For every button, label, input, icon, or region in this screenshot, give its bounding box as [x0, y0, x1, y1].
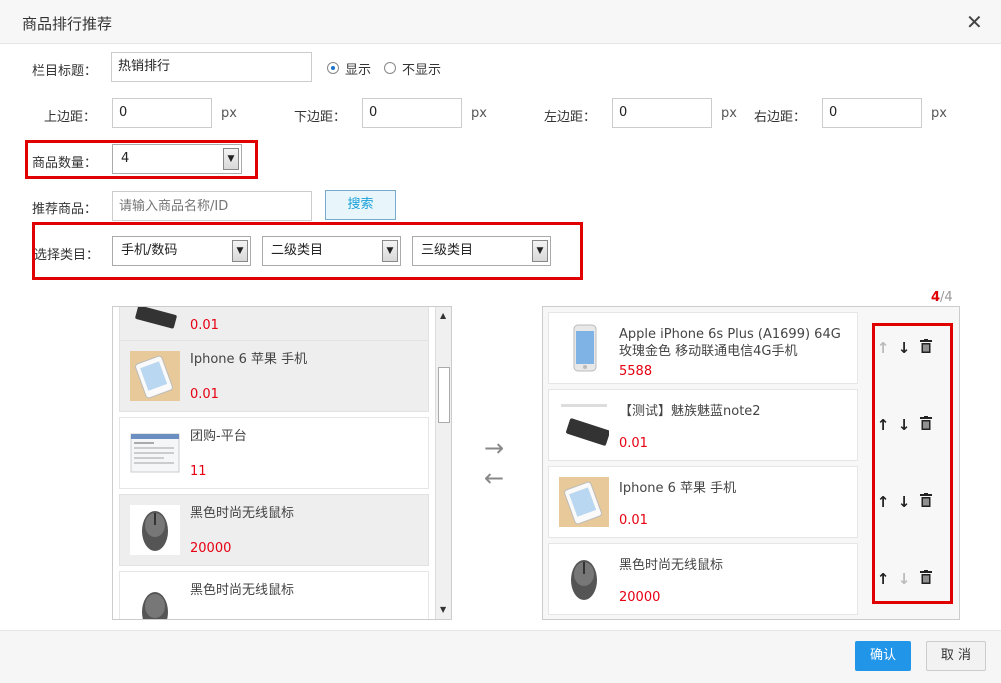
product-name: Apple iPhone 6s Plus (A1699) 64G 玫瑰金色 移动…	[619, 327, 841, 359]
product-name: Iphone 6 苹果 手机	[190, 352, 308, 367]
product-price: 0.01	[619, 513, 648, 528]
product-name: 团购-平台	[190, 429, 247, 444]
top-margin-input[interactable]: 0	[112, 98, 212, 128]
product-thumbnail	[130, 307, 180, 330]
product-name: Iphone 6 苹果 手机	[619, 481, 737, 496]
scrollbar-thumb[interactable]	[438, 367, 450, 423]
product-price: 0.01	[619, 436, 648, 451]
cancel-button[interactable]: 取 消	[926, 641, 986, 671]
selected-item[interactable]: 黑色时尚无线鼠标 20000	[548, 543, 858, 615]
move-down-icon[interactable]: ↓	[896, 339, 912, 357]
count-select[interactable]: 4 ▼	[112, 144, 242, 174]
move-down-icon[interactable]: ↓	[896, 493, 912, 511]
category1-select[interactable]: 手机/数码 ▼	[112, 236, 251, 266]
chevron-down-icon: ▼	[232, 240, 248, 262]
product-price: 5588	[619, 364, 653, 379]
arrow-right-icon[interactable]: →	[484, 434, 504, 462]
show-label: 显示	[345, 63, 372, 78]
product-thumbnail	[130, 505, 180, 555]
list-item[interactable]: Iphone 6 苹果 手机 0.01	[119, 340, 429, 412]
dialog-title: 商品排行推荐	[22, 15, 113, 33]
product-price: 11	[190, 464, 207, 479]
bottom-margin-unit: px	[471, 106, 487, 121]
category2-select[interactable]: 二级类目 ▼	[262, 236, 401, 266]
product-thumbnail	[130, 582, 180, 619]
product-thumbnail	[559, 477, 609, 527]
left-margin-input[interactable]: 0	[612, 98, 712, 128]
scrollbar[interactable]: ▲ ▼	[435, 307, 451, 619]
count-label: 商品数量：	[32, 156, 98, 171]
top-margin-label: 上边距：	[44, 110, 97, 125]
move-down-icon: ↓	[897, 570, 911, 588]
dialog-footer	[0, 630, 1001, 683]
right-margin-input[interactable]: 0	[822, 98, 922, 128]
list-item[interactable]: 黑色时尚无线鼠标 20000	[119, 494, 429, 566]
selected-item[interactable]: Apple iPhone 6s Plus (A1699) 64G 玫瑰金色 移动…	[548, 312, 858, 384]
selected-counter: 4/4	[931, 290, 953, 305]
recommend-label: 推荐商品：	[32, 202, 98, 217]
hide-label: 不显示	[402, 63, 442, 78]
product-thumbnail	[130, 428, 180, 478]
selected-item[interactable]: Iphone 6 苹果 手机 0.01	[548, 466, 858, 538]
right-margin-unit: px	[931, 106, 947, 121]
column-title-input[interactable]: 热销排行	[111, 52, 312, 82]
move-up-icon[interactable]: ↑	[875, 570, 891, 588]
search-input[interactable]	[112, 191, 312, 221]
left-product-list[interactable]: 0.01 Iphone 6 苹果 手机 0.01 团购-平台 11 黑色时尚无线…	[112, 306, 452, 620]
trash-icon[interactable]	[918, 493, 934, 511]
chevron-down-icon: ▼	[382, 240, 398, 262]
trash-icon[interactable]	[918, 416, 934, 434]
right-margin-label: 右边距：	[754, 110, 807, 125]
close-icon[interactable]: ✕	[966, 10, 983, 34]
left-margin-label: 左边距：	[544, 110, 597, 125]
chevron-down-icon: ▼	[532, 240, 548, 262]
product-price: 20000	[619, 590, 661, 605]
product-price: 0.01	[190, 318, 219, 333]
product-thumbnail	[559, 554, 609, 604]
show-radio[interactable]	[327, 62, 339, 74]
column-title-label: 栏目标题：	[32, 64, 98, 79]
trash-icon[interactable]	[918, 339, 934, 357]
order-controls-highlight-box	[872, 323, 953, 604]
move-down-icon[interactable]: ↓	[896, 416, 912, 434]
category3-value: 三级类目	[421, 243, 474, 258]
category1-value: 手机/数码	[121, 243, 178, 258]
product-price: 20000	[190, 541, 232, 556]
category3-select[interactable]: 三级类目 ▼	[412, 236, 551, 266]
bottom-margin-label: 下边距：	[294, 110, 347, 125]
left-margin-unit: px	[721, 106, 737, 121]
total-count: /4	[940, 290, 953, 305]
bottom-margin-input[interactable]: 0	[362, 98, 462, 128]
product-name: 黑色时尚无线鼠标	[190, 583, 295, 598]
trash-icon[interactable]	[918, 570, 934, 588]
list-item[interactable]: 0.01	[119, 307, 429, 341]
scroll-up-icon[interactable]: ▲	[440, 311, 446, 320]
product-price: 0.01	[190, 387, 219, 402]
product-name: 黑色时尚无线鼠标	[190, 506, 295, 521]
move-up-icon[interactable]: ↑	[875, 416, 891, 434]
selected-count: 4	[931, 290, 941, 305]
hide-radio[interactable]	[384, 62, 396, 74]
category-label: 选择类目：	[34, 248, 100, 263]
product-name: 【测试】魅族魅蓝note2	[619, 404, 761, 419]
list-item[interactable]: 黑色时尚无线鼠标	[119, 571, 429, 619]
product-thumbnail	[559, 400, 610, 450]
list-item[interactable]: 团购-平台 11	[119, 417, 429, 489]
confirm-button[interactable]: 确认	[855, 641, 911, 671]
top-margin-unit: px	[221, 106, 237, 121]
product-name: 黑色时尚无线鼠标	[619, 558, 724, 573]
move-up-icon[interactable]: ↑	[875, 493, 891, 511]
category2-value: 二级类目	[271, 243, 324, 258]
move-up-icon: ↑	[876, 339, 890, 357]
product-thumbnail	[130, 351, 180, 401]
chevron-down-icon: ▼	[223, 148, 239, 170]
dialog-header	[0, 0, 1001, 44]
count-select-value: 4	[121, 151, 130, 166]
search-button[interactable]: 搜索	[325, 190, 396, 220]
selected-item[interactable]: 【测试】魅族魅蓝note2 0.01	[548, 389, 858, 461]
scroll-down-icon[interactable]: ▼	[440, 605, 446, 614]
product-thumbnail	[559, 323, 609, 373]
arrow-left-icon[interactable]: ←	[484, 464, 504, 492]
